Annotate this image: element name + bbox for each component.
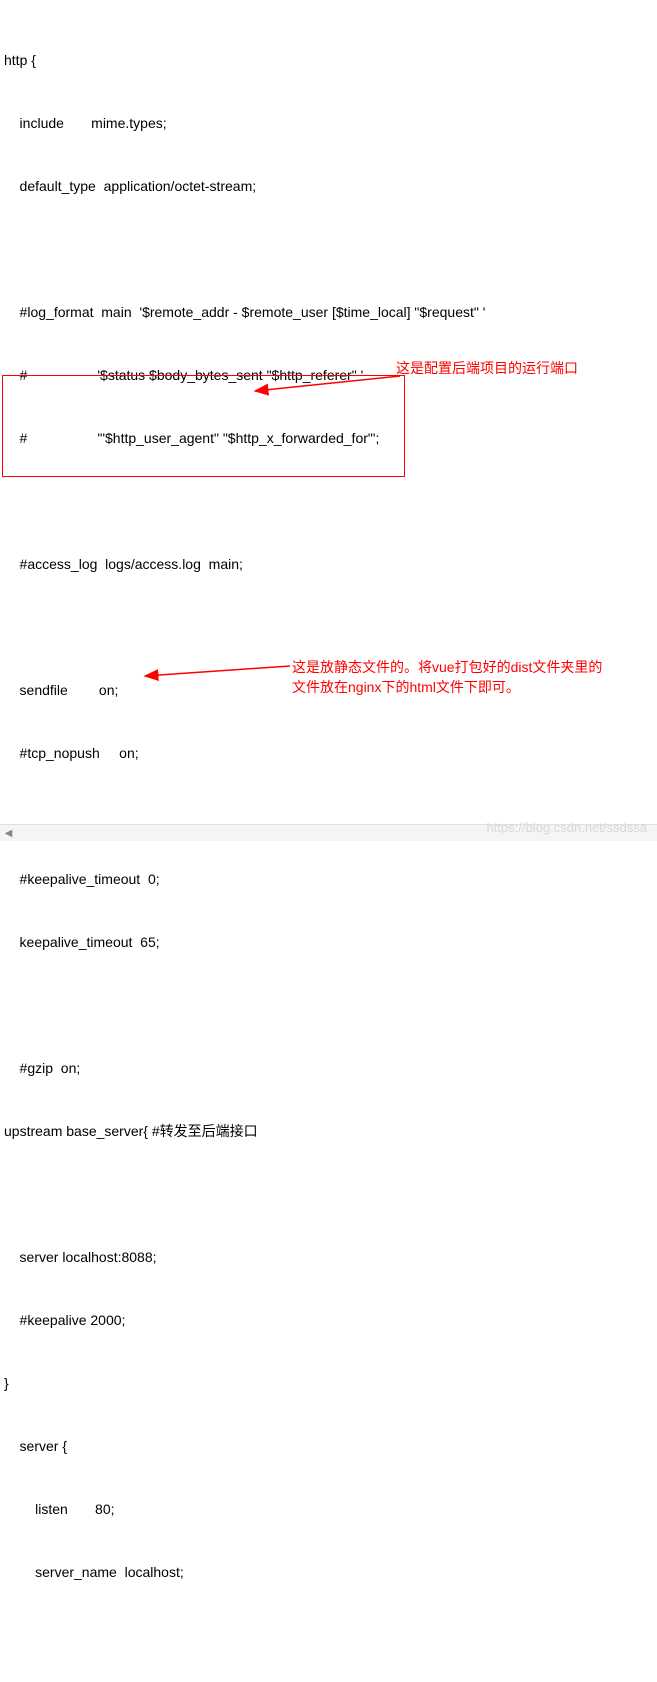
code-line xyxy=(4,617,653,638)
code-line: #keepalive 2000; xyxy=(4,1310,653,1331)
annotation-line: 文件放在nginx下的html文件下即可。 xyxy=(292,679,520,695)
code-line xyxy=(4,491,653,512)
code-block: http { include mime.types; default_type … xyxy=(0,0,657,1682)
code-line: #gzip on; xyxy=(4,1058,653,1079)
code-line: #keepalive_timeout 0; xyxy=(4,869,653,890)
code-line: server localhost:8088; xyxy=(4,1247,653,1268)
horizontal-scrollbar[interactable]: ◀ https://blog.csdn.net/ssdssa xyxy=(0,824,657,841)
code-line: server_name localhost; xyxy=(4,1562,653,1583)
code-line: include mime.types; xyxy=(4,113,653,134)
code-line xyxy=(4,995,653,1016)
annotation-text-static-files: 这是放静态文件的。将vue打包好的dist文件夹里的 文件放在nginx下的ht… xyxy=(292,658,652,697)
annotation-line: 这是放静态文件的。将vue打包好的dist文件夹里的 xyxy=(292,659,602,675)
code-line: #access_log logs/access.log main; xyxy=(4,554,653,575)
watermark-text: https://blog.csdn.net/ssdssa xyxy=(487,818,647,838)
annotation-text-backend-port: 这是配置后端项目的运行端口 xyxy=(396,359,578,379)
code-line: http { xyxy=(4,50,653,71)
code-line: upstream base_server{ #转发至后端接口 xyxy=(4,1121,653,1142)
code-line xyxy=(4,1625,653,1646)
code-line: listen 80; xyxy=(4,1499,653,1520)
code-line: default_type application/octet-stream; xyxy=(4,176,653,197)
code-line xyxy=(4,1184,653,1205)
code-line: #log_format main '$remote_addr - $remote… xyxy=(4,302,653,323)
code-line: server { xyxy=(4,1436,653,1457)
code-line: keepalive_timeout 65; xyxy=(4,932,653,953)
code-line: # '"$http_user_agent" "$http_x_forwarded… xyxy=(4,428,653,449)
scrollbar-left-arrow-icon[interactable]: ◀ xyxy=(0,825,17,842)
code-line xyxy=(4,239,653,260)
code-line: #tcp_nopush on; xyxy=(4,743,653,764)
code-line: } xyxy=(4,1373,653,1394)
